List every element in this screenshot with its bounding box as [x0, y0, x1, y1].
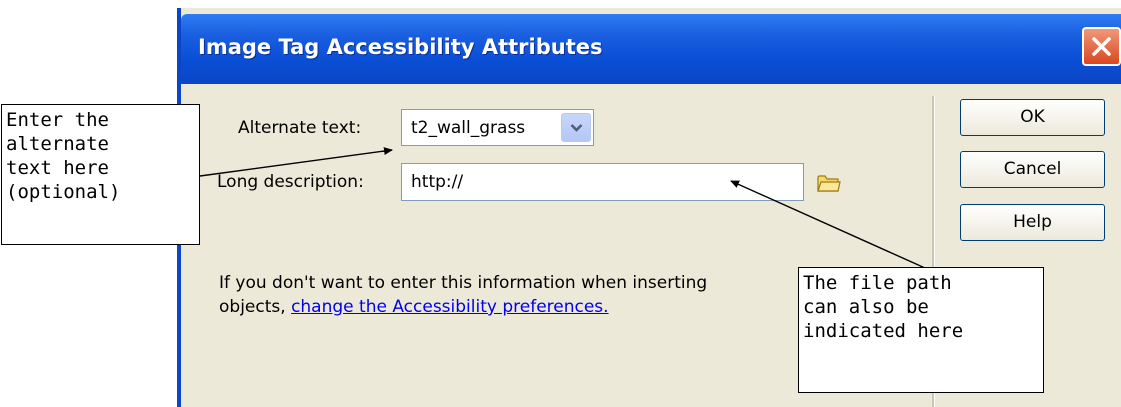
arrow-to-long-description: [730, 180, 926, 269]
callout-file-path: The file path can also be indicated here: [798, 267, 1044, 393]
callout-alternate-text: Enter the alternate text here (optional): [1, 104, 200, 245]
arrow-to-alternate-text: [199, 147, 393, 177]
